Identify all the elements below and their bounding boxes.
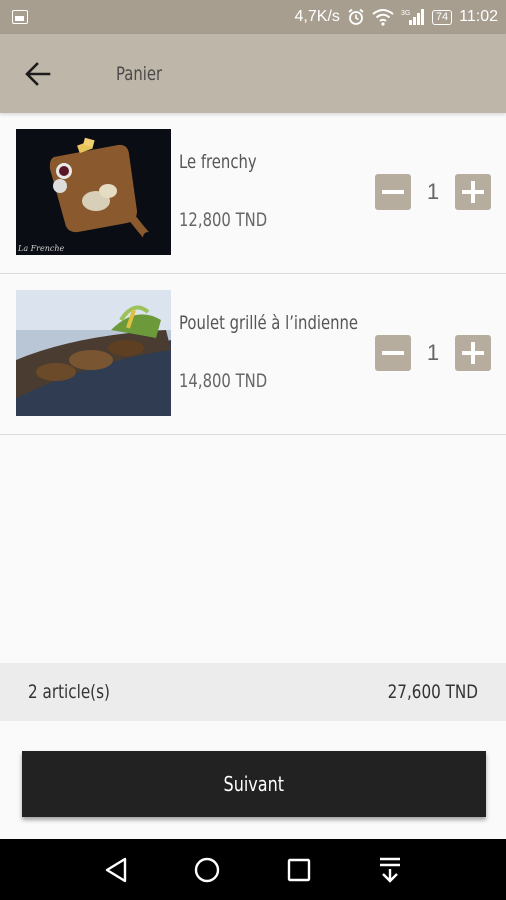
app-thumbnail-icon	[12, 10, 28, 24]
item-count: 2 article(s)	[28, 681, 110, 703]
cart-item: Poulet grillé à l’indienne 14,800 TND 1	[0, 274, 506, 435]
recents-square-icon	[287, 858, 310, 881]
notification-pull-icon	[380, 857, 401, 883]
item-name: Poulet grillé à l’indienne	[179, 312, 358, 334]
svg-text:La Frenche: La Frenche	[17, 244, 65, 253]
alarm-icon	[348, 8, 364, 25]
cart-total: 27,600 TND	[387, 681, 478, 703]
home-circle-icon	[195, 857, 220, 882]
dish-photo-le-frenchy: La Frenche	[16, 129, 171, 255]
svg-text:3G: 3G	[401, 10, 410, 17]
signal-3g-icon: 3G	[401, 9, 424, 25]
minus-icon	[382, 190, 404, 194]
clock: 11:02	[459, 8, 498, 25]
nav-home-button[interactable]	[187, 850, 227, 890]
item-price: 14,800 TND	[179, 370, 268, 392]
system-nav-bar	[0, 839, 506, 900]
increase-quantity-button[interactable]	[455, 335, 491, 371]
cart-item: La Frenche Le frenchy 12,800 TND 1	[0, 113, 506, 274]
nav-back-button[interactable]	[96, 850, 136, 890]
cart-summary: 2 article(s) 27,600 TND	[0, 663, 506, 721]
next-button[interactable]: Suivant	[22, 751, 486, 817]
increase-quantity-button[interactable]	[455, 174, 491, 210]
network-speed: 4,7K/s	[294, 8, 340, 25]
page-title: Panier	[116, 62, 163, 85]
dish-photo-poulet-grille	[16, 290, 171, 416]
decrease-quantity-button[interactable]	[375, 174, 411, 210]
back-triangle-icon	[105, 857, 126, 882]
quantity-value: 1	[426, 340, 440, 365]
item-name: Le frenchy	[179, 151, 257, 173]
minus-icon	[382, 351, 404, 355]
item-price: 12,800 TND	[179, 209, 268, 231]
nav-recents-button[interactable]	[279, 850, 319, 890]
decrease-quantity-button[interactable]	[375, 335, 411, 371]
app-toolbar: Panier	[0, 34, 506, 113]
arrow-back-icon	[25, 61, 51, 86]
cart-list: La Frenche Le frenchy 12,800 TND 1 Poule…	[0, 113, 506, 435]
wifi-icon	[372, 9, 394, 26]
status-bar: 4,7K/s 3G 74 11:02	[0, 0, 506, 34]
back-button[interactable]	[0, 34, 80, 113]
nav-notifications-button[interactable]	[370, 850, 410, 890]
quantity-value: 1	[426, 179, 440, 204]
next-button-label: Suivant	[223, 772, 285, 796]
battery-icon: 74	[431, 9, 453, 25]
